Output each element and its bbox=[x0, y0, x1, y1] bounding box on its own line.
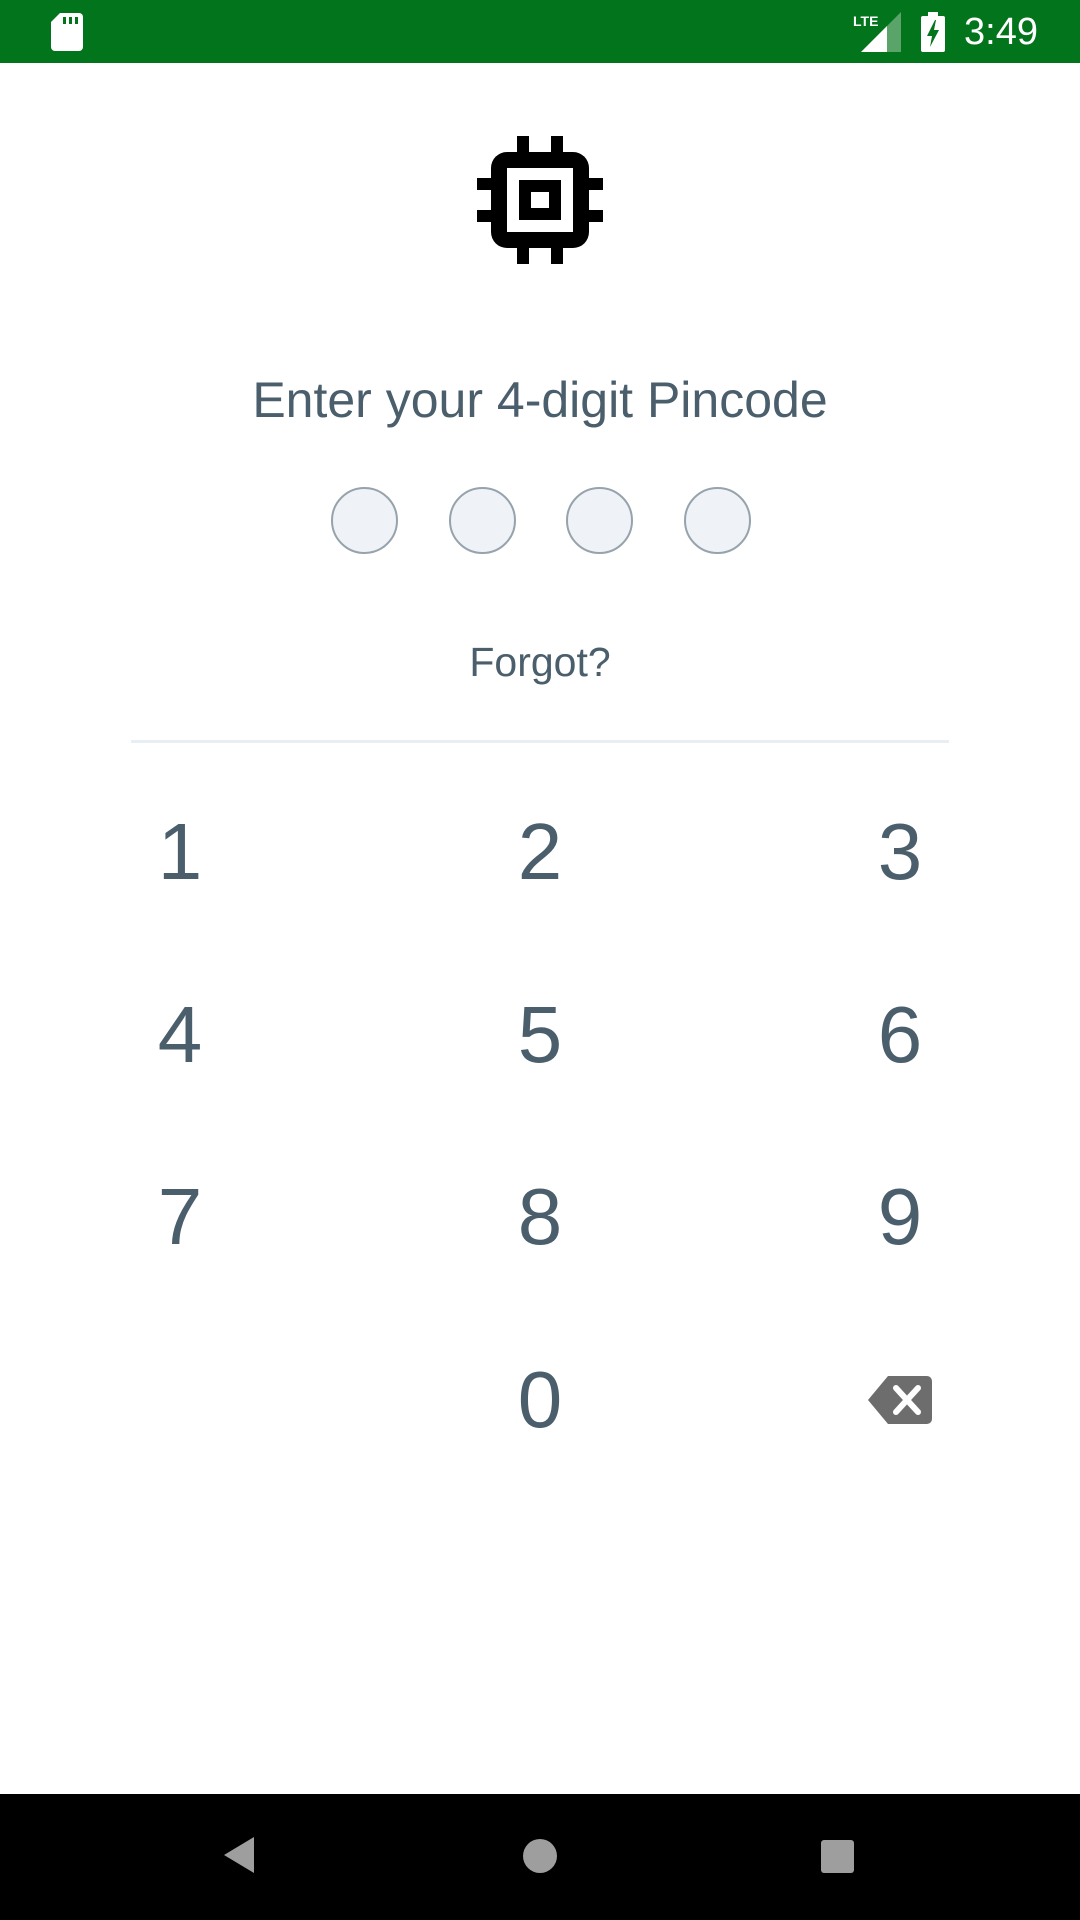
back-icon[interactable] bbox=[222, 1835, 256, 1875]
pincode-prompt: Enter your 4-digit Pincode bbox=[252, 372, 828, 428]
backspace-icon bbox=[868, 1376, 932, 1424]
key-2[interactable]: 2 bbox=[450, 782, 630, 922]
network-type-label: LTE bbox=[853, 13, 878, 29]
navigation-bar bbox=[0, 1794, 1080, 1920]
key-5[interactable]: 5 bbox=[450, 965, 630, 1105]
forgot-link[interactable]: Forgot? bbox=[0, 636, 1080, 688]
pin-dot-1 bbox=[331, 487, 398, 554]
pin-dot-4 bbox=[684, 487, 751, 554]
home-icon[interactable] bbox=[522, 1838, 558, 1874]
status-clock: 3:49 bbox=[964, 11, 1038, 53]
chip-icon bbox=[477, 136, 603, 264]
key-9[interactable]: 9 bbox=[810, 1147, 990, 1287]
key-4[interactable]: 4 bbox=[90, 965, 270, 1105]
key-3[interactable]: 3 bbox=[810, 782, 990, 922]
pin-lock-screen: LTE 3:49 Enter your 4-digit Pincode Forg… bbox=[0, 0, 1080, 1920]
status-bar: LTE 3:49 bbox=[0, 0, 1080, 63]
recents-icon[interactable] bbox=[821, 1840, 854, 1873]
pin-dot-3 bbox=[566, 487, 633, 554]
key-1[interactable]: 1 bbox=[90, 782, 270, 922]
key-7[interactable]: 7 bbox=[90, 1147, 270, 1287]
sd-card-icon bbox=[51, 13, 83, 51]
battery-charging-icon bbox=[921, 12, 945, 52]
key-6[interactable]: 6 bbox=[810, 965, 990, 1105]
backspace-button[interactable] bbox=[810, 1330, 990, 1470]
divider bbox=[131, 740, 949, 743]
key-8[interactable]: 8 bbox=[450, 1147, 630, 1287]
pin-dot-2 bbox=[449, 487, 516, 554]
lte-signal-icon: LTE bbox=[853, 12, 901, 52]
key-0[interactable]: 0 bbox=[450, 1330, 630, 1470]
